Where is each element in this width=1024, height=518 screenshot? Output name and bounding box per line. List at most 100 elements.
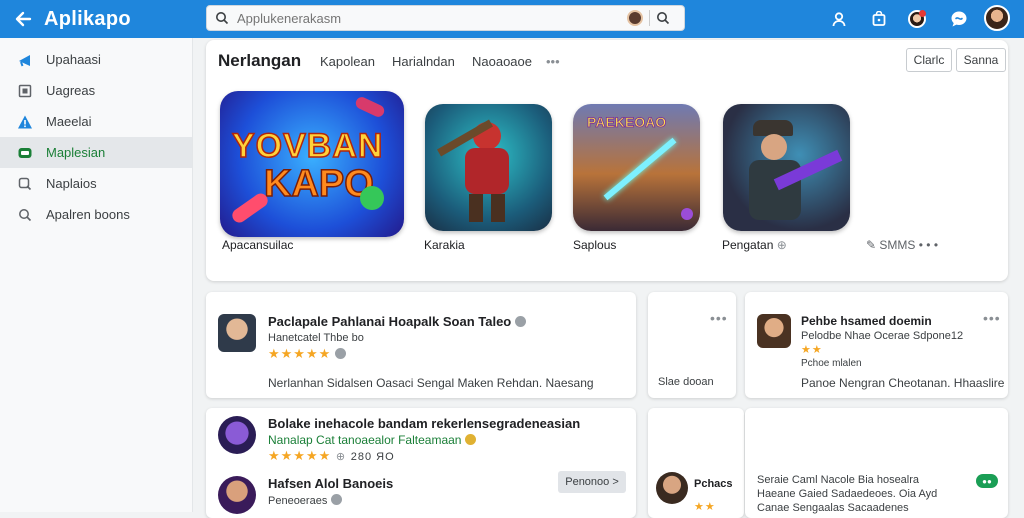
sidebar-item-label: Naplaios — [46, 176, 97, 191]
apps-icon — [17, 145, 33, 161]
sidebar: Upahaasi Uagreas Maeelai Maplesian Napla… — [0, 38, 193, 512]
app-title: Hafsen Alol Banoeis — [268, 476, 394, 491]
warning-icon — [17, 114, 33, 130]
verified-icon — [335, 348, 347, 359]
store-icon[interactable] — [868, 8, 890, 30]
app-avatar — [218, 314, 256, 352]
sidebar-item-maeelai[interactable]: Maeelai — [0, 106, 192, 137]
tile-logo-text: PAEKEOAO — [587, 114, 667, 131]
hero-leg-graphic — [469, 194, 483, 222]
app-title: Aplikapo — [44, 7, 131, 30]
search-bar[interactable] — [206, 5, 685, 31]
account-icon[interactable] — [828, 8, 850, 30]
search-avatar-icon[interactable] — [627, 10, 643, 26]
more-options-icon[interactable]: ••• — [983, 310, 1001, 326]
sidebar-item-label: Uagreas — [46, 83, 96, 98]
sidebar-item-label: Maeelai — [46, 114, 92, 129]
sidebar-item-apalren-boons[interactable]: Apalren boons — [0, 199, 192, 230]
app-subtitle: Hanetcatel Thbe bo — [268, 332, 364, 344]
app-card[interactable]: Paclapale Pahlanai Hoapalk Soan Taleo Ha… — [206, 292, 636, 398]
tab-kapolean[interactable]: Kapolean — [320, 54, 375, 69]
sidebar-item-label: Maplesian — [46, 145, 106, 160]
rating-stars: ★★★★★ — [268, 448, 332, 463]
sidebar-item-upahaasi[interactable]: Upahaasi — [0, 44, 192, 75]
rating-count: 280 ЯО — [350, 451, 395, 463]
app-avatar — [218, 416, 256, 454]
search-icon — [17, 176, 33, 192]
ship-graphic — [353, 95, 387, 119]
sidebar-item-naplaios[interactable]: Naplaios — [0, 168, 192, 199]
search-divider — [649, 10, 650, 26]
featured-app-tile[interactable]: YOVBAN KAPO — [220, 91, 404, 237]
app-card[interactable]: Bolake inehacole bandam rekerlensegraden… — [206, 408, 636, 518]
featured-app-tile[interactable] — [425, 104, 552, 231]
app-subtitle: Peneoeraes — [268, 494, 343, 507]
app-subtitle-text: Peneoeraes — [268, 495, 328, 507]
search-submit-icon[interactable] — [656, 11, 670, 25]
app-title: Bolake inehacole bandam rekerlensegraden… — [268, 416, 581, 431]
app-title-text: Paclapale Pahlanai Hoapalk Soan Taleo — [268, 314, 512, 329]
notification-avatar-icon[interactable] — [906, 8, 928, 30]
sidebar-item-uagreas[interactable]: Uagreas — [0, 75, 192, 106]
tile-label: Saplous — [573, 238, 617, 252]
app-footer: Panoe Nengran Cheotanan. Hhaaslire — [801, 376, 1005, 390]
rating-note: Pchoe mlalen — [801, 358, 862, 369]
see-more-text: SMMS — [879, 238, 916, 252]
help-icon[interactable] — [948, 8, 970, 30]
app-footer: Nerlanhan Sidalsen Oasaci Sengal Maken R… — [268, 376, 594, 390]
verified-icon — [465, 434, 477, 445]
sword-graphic — [603, 137, 677, 201]
tile-logo-text: KAPO — [263, 162, 374, 206]
tab-naoaoaoe[interactable]: Naoaoaoe — [472, 54, 532, 69]
app-card[interactable]: Seraie Caml Nacole Bia hosealra Haeane G… — [745, 408, 1008, 518]
tile-label-text: Pengatan — [722, 238, 774, 252]
featured-app-tile[interactable]: PAEKEOAO — [573, 104, 700, 231]
app-subtitle-text: Nanalap Cat tanoaealor Falteamaan — [268, 433, 462, 447]
tile-label: Karakia — [424, 238, 465, 252]
sanna-button[interactable]: Sanna — [956, 48, 1006, 72]
verified-icon — [515, 316, 527, 327]
app-subtitle: Nanalap Cat tanoaealor Falteamaan — [268, 433, 477, 447]
star-rating: ★★★★★ — [268, 346, 347, 362]
sidebar-item-label: Upahaasi — [46, 52, 101, 67]
tab-harialndan[interactable]: Harialndan — [392, 54, 455, 69]
app-card[interactable]: Pehbe hsamed doemin ••• Pelodbe Nhae Oce… — [745, 292, 1008, 398]
section-title: Nerlangan — [218, 51, 302, 70]
app-avatar — [757, 314, 791, 348]
user-avatar[interactable] — [984, 5, 1010, 31]
wrench-icon: ✎ — [866, 238, 877, 252]
tile-label: Apacansuilac — [222, 238, 294, 252]
app-card[interactable]: Pchacs ★★ — [648, 408, 744, 518]
status-badge: ●● — [976, 474, 998, 488]
featured-app-tile[interactable] — [723, 104, 850, 231]
back-arrow-icon[interactable] — [12, 8, 34, 30]
more-options-icon[interactable]: ••• — [710, 310, 728, 326]
search-icon — [215, 11, 229, 25]
gem-graphic — [681, 208, 693, 220]
open-button[interactable]: Penonoo > — [558, 471, 626, 493]
see-more-dots: • • • — [918, 238, 939, 252]
creature-graphic — [360, 186, 384, 210]
featured-panel: Nerlangan Kapolean Harialndan Naoaoaoe •… — [206, 40, 1008, 281]
info-icon[interactable]: ⊕ — [777, 238, 787, 252]
rating-stars: ★★★★★ — [268, 346, 332, 361]
see-more-link[interactable]: ✎ SMMS • • • — [866, 238, 938, 252]
rocket-graphic — [229, 190, 271, 226]
clarke-button[interactable]: Clarlc — [906, 48, 952, 72]
card-line: Haeane Gaied Sadaedeoes. Oia Ayd — [757, 488, 938, 500]
hero-body-graphic — [465, 148, 509, 194]
card-line: Seraie Caml Nacole Bia hosealra — [757, 474, 920, 486]
app-card[interactable]: ••• Slae dooan — [648, 292, 736, 398]
tile-logo-text: YOVBAN — [231, 126, 384, 166]
notification-badge — [919, 10, 926, 17]
app-title: Pehbe hsamed doemin — [801, 314, 932, 328]
search-input[interactable] — [237, 10, 627, 26]
app-title: Paclapale Pahlanai Hoapalk Soan Taleo — [268, 314, 527, 329]
app-avatar — [218, 476, 256, 514]
more-tabs-icon[interactable]: ••• — [546, 54, 560, 69]
sidebar-item-maplesian[interactable]: Maplesian — [0, 137, 192, 168]
megaphone-icon — [17, 52, 33, 68]
star-rating: ★★★★★ ⊕ 280 ЯО — [268, 448, 395, 464]
star-rating: ★★ — [801, 344, 823, 356]
app-footer: Slae dooan — [658, 376, 714, 388]
